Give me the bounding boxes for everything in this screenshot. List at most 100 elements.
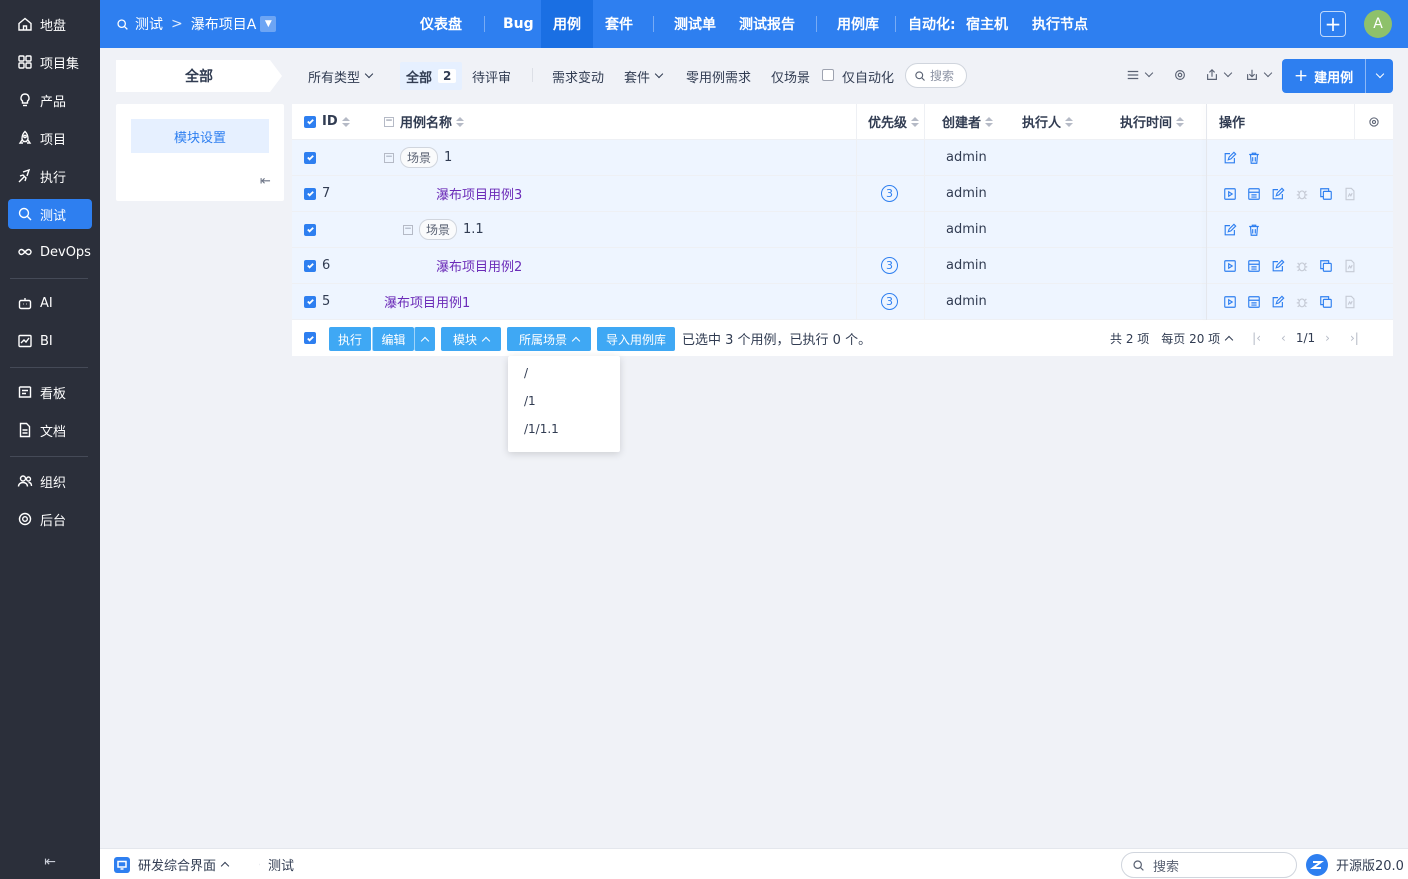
scene-name[interactable]: 1.1 (463, 222, 484, 237)
sidebar-item-product[interactable]: 产品 (8, 85, 92, 115)
row-checkbox[interactable] (304, 284, 316, 319)
table-row[interactable]: 5 瀑布项目用例1 3 admin (292, 284, 1393, 320)
select-all-checkbox[interactable] (304, 104, 316, 139)
row-checkbox[interactable] (304, 140, 316, 175)
results-icon[interactable] (1247, 295, 1261, 309)
nav-exec-node[interactable]: 执行节点 (1022, 0, 1098, 48)
sidebar-item-program[interactable]: 项目集 (8, 47, 92, 77)
edit-icon[interactable] (1223, 151, 1237, 165)
table-row[interactable]: − 场景 1.1 admin (292, 212, 1393, 248)
col-executor[interactable]: 执行人 (1022, 104, 1074, 139)
nav-dashboard[interactable]: 仪表盘 (410, 0, 472, 48)
scene-option[interactable]: / (524, 363, 528, 383)
last-page-icon[interactable]: ›| (1350, 331, 1359, 345)
panel-collapse-icon[interactable]: ⇤ (260, 174, 271, 189)
nav-case[interactable]: 用例 (541, 0, 593, 48)
run-icon[interactable] (1223, 259, 1237, 273)
create-case-main[interactable]: + 建用例 (1282, 59, 1365, 93)
version-info[interactable]: 开源版20.0 (1306, 849, 1404, 879)
tab-zero-case-req[interactable]: 零用例需求 (686, 62, 751, 90)
settings-button[interactable] (1173, 66, 1187, 84)
collapse-icon[interactable]: − (403, 224, 413, 235)
sidebar-item-test[interactable]: 测试 (8, 199, 92, 229)
col-creator[interactable]: 创建者 (942, 104, 994, 139)
results-icon[interactable] (1247, 259, 1261, 273)
module-tab-all[interactable]: 全部 (116, 60, 282, 92)
sidebar-item-dashboard[interactable]: 地盘 (8, 9, 92, 39)
col-id[interactable]: ID (322, 104, 350, 139)
scene-name[interactable]: 1 (444, 150, 452, 165)
global-search-input[interactable]: 搜索 (1121, 852, 1297, 878)
case-title-link[interactable]: 瀑布项目用例3 (436, 176, 522, 211)
edit-icon[interactable] (1271, 187, 1285, 201)
row-checkbox[interactable] (304, 212, 316, 247)
nav-bug[interactable]: Bug (493, 0, 544, 48)
batch-scene-button[interactable]: 所属场景 (507, 327, 591, 351)
import-lib-button[interactable]: 导入用例库 (597, 327, 675, 351)
nav-host[interactable]: 宿主机 (956, 0, 1018, 48)
row-checkbox[interactable] (304, 176, 316, 211)
tab-pending-review[interactable]: 待评审 (472, 62, 511, 90)
batch-edit-button[interactable]: 编辑 (372, 327, 414, 351)
table-row[interactable]: 6 瀑布项目用例2 3 admin (292, 248, 1393, 284)
sidebar-item-project[interactable]: 项目 (8, 123, 92, 153)
per-page-dropdown[interactable]: 每页 20 项 (1161, 330, 1234, 347)
sidebar-item-bi[interactable]: BI (8, 326, 92, 356)
display-mode-button[interactable] (1126, 66, 1154, 84)
sidebar-item-devops[interactable]: DevOps (8, 237, 92, 267)
column-settings-icon[interactable] (1368, 104, 1380, 139)
only-auto-label[interactable]: 仅自动化 (842, 62, 894, 90)
footer-select-all-checkbox[interactable] (304, 320, 316, 356)
sidebar-item-org[interactable]: 组织 (8, 466, 92, 496)
sidebar-item-ai[interactable]: AI (8, 288, 92, 318)
batch-module-button[interactable]: 模块 (441, 327, 501, 351)
run-icon[interactable] (1223, 187, 1237, 201)
edit-icon[interactable] (1223, 223, 1237, 237)
col-priority[interactable]: 优先级 (868, 104, 920, 139)
nav-testreport[interactable]: 测试报告 (729, 0, 805, 48)
tab-only-scene[interactable]: 仅场景 (771, 62, 810, 90)
table-row[interactable]: − 场景 1 admin (292, 140, 1393, 176)
create-case-button[interactable]: + 建用例 (1282, 59, 1393, 93)
export-button[interactable] (1205, 66, 1233, 84)
col-exec-time[interactable]: 执行时间 (1120, 104, 1185, 139)
sidebar-item-execution[interactable]: 执行 (8, 161, 92, 191)
sidebar-item-doc[interactable]: 文档 (8, 415, 92, 445)
copy-icon[interactable] (1319, 295, 1333, 309)
table-row[interactable]: 7 瀑布项目用例3 3 admin (292, 176, 1393, 212)
edit-icon[interactable] (1271, 295, 1285, 309)
nav-testtask[interactable]: 测试单 (664, 0, 726, 48)
search-button[interactable]: 搜索 (905, 63, 967, 88)
sidebar-item-admin[interactable]: 后台 (8, 504, 92, 534)
quick-add-button[interactable]: + (1320, 11, 1346, 37)
tab-req-changed[interactable]: 需求变动 (552, 62, 604, 90)
suite-dropdown[interactable]: 套件 (624, 62, 664, 90)
batch-more-button[interactable] (414, 327, 435, 351)
case-title-link[interactable]: 瀑布项目用例2 (436, 248, 522, 283)
bottom-tab-test[interactable]: 测试 (268, 849, 294, 879)
nav-caselib[interactable]: 用例库 (827, 0, 889, 48)
run-icon[interactable] (1223, 295, 1237, 309)
first-page-icon[interactable]: |‹ (1252, 331, 1261, 345)
scene-option[interactable]: /1/1.1 (524, 419, 559, 439)
module-settings-button[interactable]: 模块设置 (131, 119, 269, 153)
breadcrumb-project[interactable]: 瀑布项目A (191, 14, 257, 34)
tab-all[interactable]: 全部 2 (400, 62, 463, 90)
col-name[interactable]: − 用例名称 (384, 104, 465, 139)
sidebar-item-kanban[interactable]: 看板 (8, 377, 92, 407)
next-page-icon[interactable]: › (1325, 331, 1330, 345)
prev-page-icon[interactable]: ‹ (1281, 331, 1286, 345)
scene-option[interactable]: /1 (524, 391, 536, 411)
collapse-all-icon[interactable]: − (384, 116, 394, 127)
project-switch-chevron-icon[interactable]: ▼ (260, 16, 277, 32)
nav-suite[interactable]: 套件 (595, 0, 643, 48)
row-checkbox[interactable] (304, 248, 316, 283)
import-button[interactable] (1245, 66, 1273, 84)
case-title-link[interactable]: 瀑布项目用例1 (384, 284, 470, 319)
delete-icon[interactable] (1247, 223, 1261, 237)
only-auto-checkbox[interactable] (822, 69, 834, 81)
all-types-dropdown[interactable]: 所有类型 (308, 62, 374, 90)
batch-run-button[interactable]: 执行 (329, 327, 371, 351)
create-case-more[interactable] (1366, 59, 1393, 93)
edit-icon[interactable] (1271, 259, 1285, 273)
